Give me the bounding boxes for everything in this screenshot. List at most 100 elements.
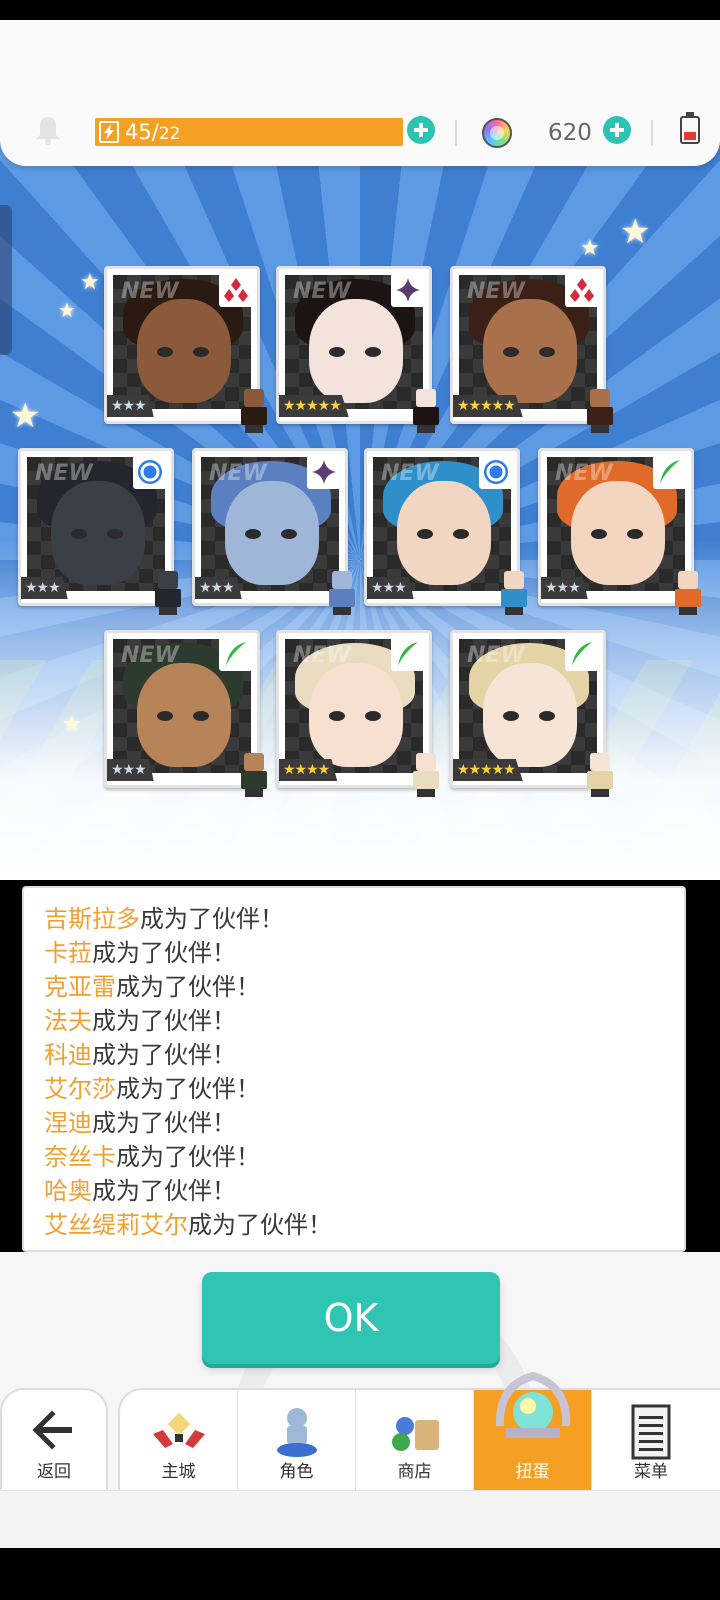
pixel-sprite-icon (235, 389, 273, 433)
pixel-sprite-icon (235, 753, 273, 797)
portrait-face (397, 481, 491, 585)
pixel-sprite-icon (581, 753, 619, 797)
recruit-message: 成为了伙伴！ (116, 1143, 260, 1171)
new-tag: NEW (293, 643, 351, 668)
side-drawer-handle[interactable] (0, 205, 12, 355)
recruit-message: 成为了伙伴！ (92, 1007, 236, 1035)
pixel-sprite-icon (669, 571, 707, 615)
tab-menu[interactable]: 菜单 (592, 1390, 710, 1490)
portrait-face (51, 481, 145, 585)
tab-town[interactable]: 主城 (120, 1390, 238, 1490)
tab-label: 商店 (397, 1462, 432, 1482)
character-name: 克亚雷 (44, 973, 116, 1001)
element-leaf-icon (219, 637, 253, 671)
character-card[interactable]: NEW ★★★ (18, 448, 181, 615)
recruit-message: 成为了伙伴！ (188, 1211, 332, 1239)
portrait-eye (157, 711, 173, 721)
sprite-legs (159, 607, 177, 615)
character-name: 卡菈 (44, 939, 92, 967)
sprite-legs (591, 789, 609, 797)
portrait-eye (539, 347, 555, 357)
character-name: 吉斯拉多 (44, 905, 140, 933)
element-sparkle-icon (307, 455, 341, 489)
element-leaf-icon (565, 637, 599, 671)
bottom-spacer-bar (0, 1490, 720, 1548)
sprite-head (416, 389, 436, 407)
castle-icon (152, 1412, 205, 1448)
sprite-head (678, 571, 698, 589)
portrait-eye (193, 347, 209, 357)
portrait-eye (453, 529, 469, 539)
character-name: 艾尔莎 (44, 1075, 116, 1103)
character-card[interactable]: NEW ★★★★★ (276, 266, 439, 433)
recruit-log-panel[interactable]: 吉斯拉多成为了伙伴！ 卡菈成为了伙伴！ 克亚雷成为了伙伴！ 法夫成为了伙伴！ 科迪成为了… (22, 886, 686, 1252)
recruit-message: 成为了伙伴！ (92, 1109, 236, 1137)
back-button[interactable]: 返回 (0, 1388, 108, 1490)
lightning-icon (99, 121, 119, 143)
add-gems-button[interactable] (603, 116, 631, 144)
sprite-head (416, 753, 436, 771)
battery-icon (680, 112, 700, 144)
character-card[interactable]: NEW ★★★ (104, 266, 267, 433)
plus-icon (610, 123, 624, 137)
character-card[interactable]: NEW ★★★★★ (450, 630, 613, 797)
portrait-eye (417, 529, 433, 539)
menu-list-icon (631, 1404, 671, 1460)
recruit-log-line: 奈丝卡成为了伙伴！ (44, 1140, 684, 1174)
character-card[interactable]: NEW ★★★★ (276, 630, 439, 797)
recruit-log-line: 艾尔莎成为了伙伴！ (44, 1072, 684, 1106)
rarity-stars: ★★★★★ (279, 395, 349, 417)
tab-gacha[interactable]: 扭蛋 (474, 1371, 592, 1490)
rarity-stars: ★★★★ (279, 759, 338, 781)
sprite-legs (245, 425, 263, 433)
element-circle-icon (479, 455, 513, 489)
sprite-body (587, 771, 613, 789)
stamina-bar: 45/22 (95, 118, 403, 146)
sprite-body (413, 771, 439, 789)
gem-count: 620 (548, 120, 592, 146)
portrait-face (309, 663, 403, 767)
sprite-legs (417, 425, 435, 433)
rarity-stars: ★★★ (367, 577, 414, 599)
portrait-face (225, 481, 319, 585)
character-card[interactable]: NEW ★★★ (104, 630, 267, 797)
character-card[interactable]: NEW ★★★ (538, 448, 701, 615)
recruit-log-line: 吉斯拉多成为了伙伴！ (44, 902, 684, 936)
ok-button[interactable]: OK (202, 1272, 500, 1364)
new-tag: NEW (121, 279, 179, 304)
add-stamina-button[interactable] (407, 116, 435, 144)
element-leaf-icon (653, 455, 687, 489)
tab-characters[interactable]: 角色 (238, 1390, 356, 1490)
character-name: 科迪 (44, 1041, 92, 1069)
character-card[interactable]: NEW ★★★ (192, 448, 355, 615)
rarity-stars: ★★★★★ (453, 759, 523, 781)
character-card[interactable]: NEW ★★★ (364, 448, 527, 615)
sprite-legs (333, 607, 351, 615)
portrait-face (571, 481, 665, 585)
tab-shop[interactable]: 商店 (356, 1390, 474, 1490)
stamina-separator: / (151, 120, 159, 144)
pixel-sprite-icon (581, 389, 619, 433)
recruit-log-line: 哈奥成为了伙伴！ (44, 1174, 684, 1208)
portrait-face (309, 299, 403, 403)
element-sparkle-icon (391, 273, 425, 307)
pixel-sprite-icon (407, 389, 445, 433)
recruit-log-line: 涅迪成为了伙伴！ (44, 1106, 684, 1140)
portrait-eye (627, 529, 643, 539)
pixel-sprite-icon (323, 571, 361, 615)
sprite-legs (679, 607, 697, 615)
sparkle-star-icon: ★ (620, 212, 651, 252)
sprite-head (504, 571, 524, 589)
stamina-max: 22 (158, 124, 181, 144)
resource-bar: 45/22 620 (0, 20, 720, 166)
portrait-eye (365, 347, 381, 357)
sparkle-star-icon: ★ (62, 712, 82, 737)
sprite-head (590, 753, 610, 771)
character-card[interactable]: NEW ★★★★★ (450, 266, 613, 433)
sprite-legs (505, 607, 523, 615)
recruit-message: 成为了伙伴！ (116, 973, 260, 1001)
bell-icon[interactable] (34, 115, 62, 145)
stamina-value: 45/22 (125, 120, 180, 146)
sparkle-star-icon: ★ (58, 298, 76, 322)
portrait-eye (281, 529, 297, 539)
